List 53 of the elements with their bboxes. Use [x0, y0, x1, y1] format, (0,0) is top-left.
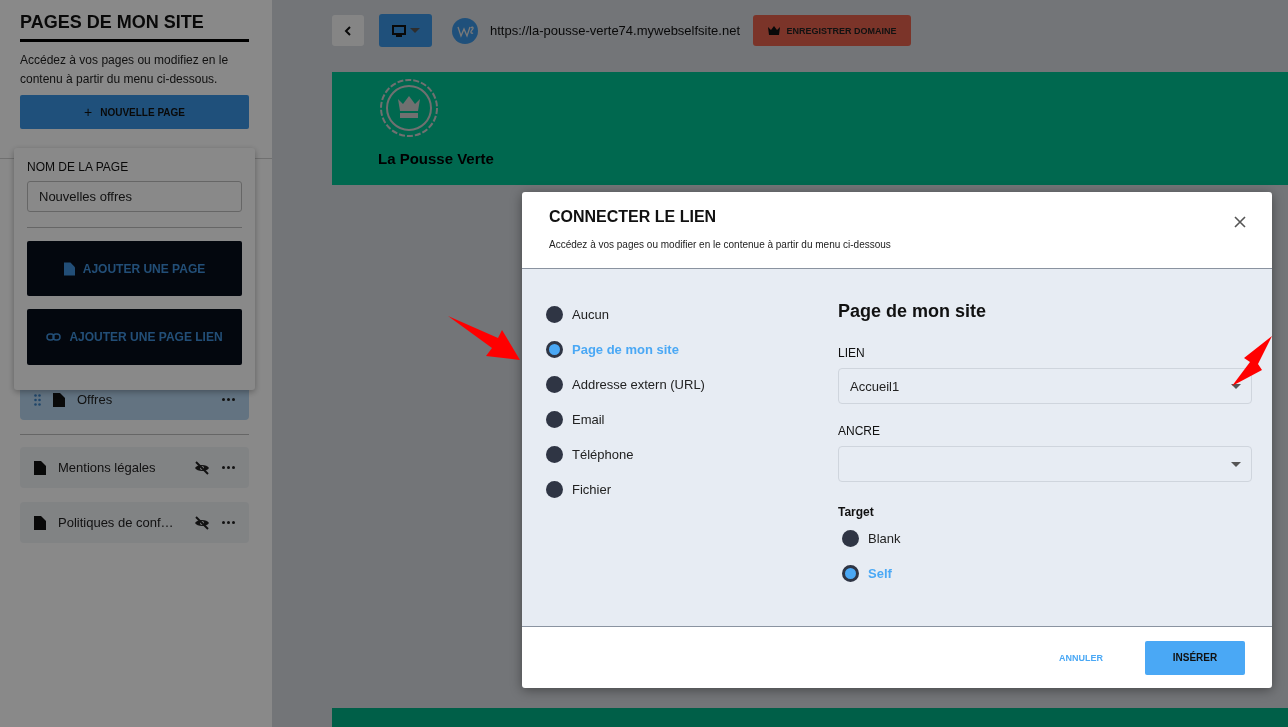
- document-icon: [34, 460, 46, 475]
- caret-icon: [1231, 383, 1241, 389]
- sidebar-description: Accédez à vos pages ou modifiez en le contenu à partir du menu ci-dessous.: [20, 52, 230, 88]
- link-type-option[interactable]: Fichier: [546, 480, 838, 498]
- link-type-option[interactable]: Email: [546, 410, 838, 428]
- cancel-button[interactable]: ANNULER: [1047, 644, 1115, 671]
- dialog-title: CONNECTER LE LIEN: [549, 208, 717, 226]
- field-label: NOM DE LA PAGE: [27, 160, 130, 174]
- target-option[interactable]: Blank: [842, 529, 1252, 547]
- radio-icon[interactable]: [842, 529, 859, 547]
- page-item[interactable]: Mentions légales: [20, 447, 249, 488]
- page-name-field[interactable]: Nouvelles offres: [27, 181, 242, 213]
- sidebar-title: PAGES DE MON SITE: [20, 12, 249, 42]
- radio-icon[interactable]: [842, 564, 859, 582]
- select-field[interactable]: Accueil1: [838, 368, 1252, 404]
- document-icon: [63, 261, 75, 276]
- drag-handle-icon[interactable]: [34, 393, 41, 406]
- radio-icon[interactable]: [546, 445, 563, 463]
- link-type-option[interactable]: Addresse extern (URL): [546, 375, 838, 393]
- more-icon[interactable]: [222, 521, 235, 524]
- monitor-icon: [391, 24, 406, 37]
- caret-icon: [1231, 461, 1241, 467]
- field-label: Target: [838, 505, 875, 519]
- radio-icon[interactable]: [546, 305, 563, 323]
- select-field[interactable]: [838, 446, 1252, 482]
- insert-button[interactable]: INSÉRER: [1145, 640, 1245, 675]
- field-label: LIEN: [838, 346, 866, 360]
- site-url[interactable]: https://la-pousse-verte74.mywebselfsite.net: [490, 23, 740, 38]
- more-icon[interactable]: [222, 398, 235, 401]
- section-title: Page de mon site: [838, 301, 988, 322]
- eye-off-icon[interactable]: [194, 515, 210, 530]
- more-icon[interactable]: [222, 466, 235, 469]
- crown-badge-icon: [378, 77, 440, 139]
- link-icon: [46, 333, 62, 342]
- chevron-left-icon: [344, 25, 352, 36]
- back-button[interactable]: [332, 15, 364, 46]
- logo-icon: [452, 17, 478, 44]
- field-label: ANCRE: [838, 424, 881, 438]
- link-type-option[interactable]: Téléphone: [546, 445, 838, 463]
- eye-off-icon[interactable]: [194, 460, 210, 475]
- radio-icon[interactable]: [546, 375, 563, 393]
- page-item[interactable]: Politiques de conf…: [20, 502, 249, 543]
- radio-icon[interactable]: [546, 480, 563, 498]
- link-type-option[interactable]: Aucun: [546, 305, 838, 323]
- pointer-arrow: [1232, 336, 1272, 386]
- document-icon: [34, 515, 46, 530]
- crown-icon: [767, 26, 780, 35]
- document-icon: [53, 392, 65, 407]
- radio-icon[interactable]: [546, 410, 563, 428]
- caret-icon: [409, 28, 420, 33]
- dialog-subtitle: Accédez à vos pages ou modifier en le contenue à partir du menu ci-dessous: [549, 239, 892, 250]
- site-name: La Pousse Verte: [378, 150, 494, 167]
- radio-icon[interactable]: [546, 340, 563, 358]
